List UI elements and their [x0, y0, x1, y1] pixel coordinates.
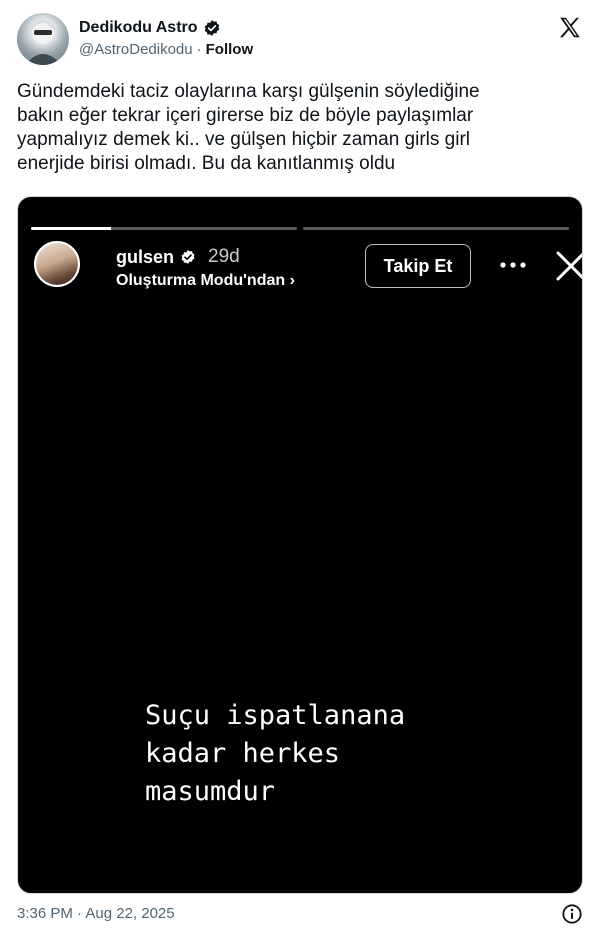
story-subtitle[interactable]: Oluşturma Modu'ndan ›	[116, 272, 295, 290]
story-header: gulsen 29d Oluşturma Modu'ndan › Takip E…	[34, 241, 582, 293]
story-avatar-image	[36, 243, 78, 285]
author-info: Dedikodu Astro @AstroDedikodu · Follow	[79, 19, 253, 58]
story-time: 29d	[208, 246, 240, 267]
story-screenshot[interactable]: gulsen 29d Oluşturma Modu'ndan › Takip E…	[17, 196, 583, 894]
close-icon[interactable]	[554, 249, 583, 283]
x-logo-icon[interactable]	[557, 15, 583, 41]
progress-fill	[31, 227, 111, 230]
tweet-footer: 3:36 PM · Aug 22, 2025	[17, 903, 583, 927]
story-username[interactable]: gulsen	[116, 247, 174, 268]
progress-segment	[31, 227, 297, 230]
progress-segment	[303, 227, 569, 230]
story-verified-icon	[181, 250, 195, 264]
author-name[interactable]: Dedikodu Astro	[79, 19, 198, 37]
story-overlay-text: Suçu ispatlanana kadar herkes masumdur	[145, 700, 406, 807]
info-icon[interactable]	[561, 903, 583, 925]
tweet-timestamp[interactable]: 3:36 PM · Aug 22, 2025	[17, 905, 175, 922]
handle-separator: ·	[196, 41, 202, 58]
author-avatar[interactable]	[17, 13, 69, 65]
avatar-image	[25, 20, 61, 65]
story-progress	[31, 227, 569, 230]
more-dots-icon[interactable]	[500, 259, 526, 271]
story-avatar[interactable]	[34, 241, 80, 287]
author-handle[interactable]: @AstroDedikodu	[79, 41, 193, 58]
verified-badge-icon	[204, 20, 219, 36]
follow-button[interactable]: Follow	[206, 41, 254, 58]
tweet-text: Gündemdeki taciz olaylarına karşı gülşen…	[17, 81, 480, 174]
takip-et-button[interactable]: Takip Et	[365, 244, 471, 288]
tweet-header: Dedikodu Astro @AstroDedikodu · Follow	[17, 13, 583, 65]
